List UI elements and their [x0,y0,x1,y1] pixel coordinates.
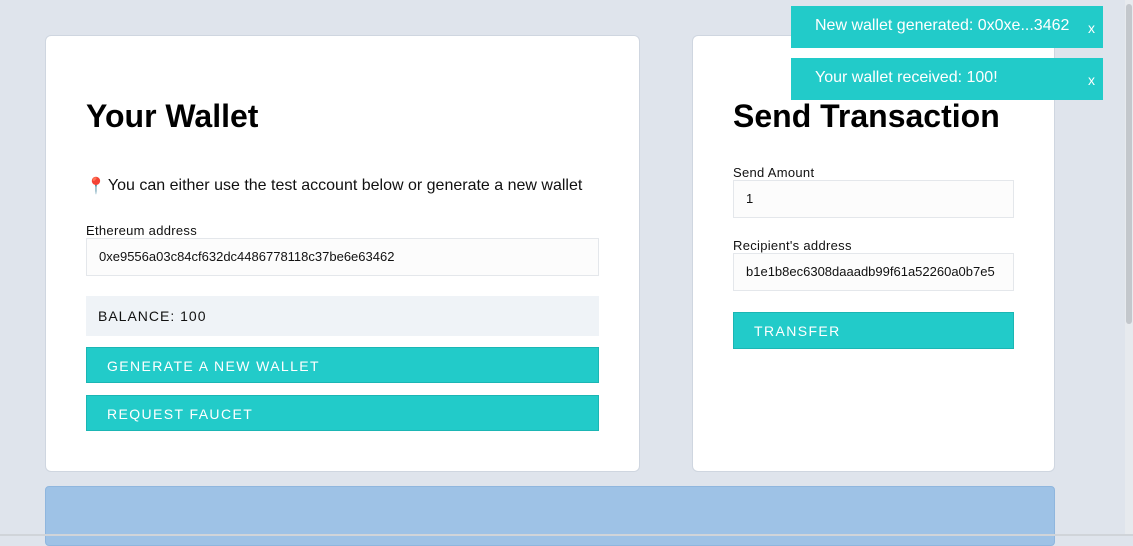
wallet-title: Your Wallet [86,98,259,134]
send-amount-label: Send Amount [733,165,815,180]
toast-wallet-received: Your wallet received: 100! x [791,58,1103,100]
generate-wallet-button[interactable]: GENERATE A NEW WALLET [86,347,599,383]
scrollbar[interactable] [1125,0,1133,536]
wallet-info-line: 📍 You can either use the test account be… [86,176,582,196]
recipient-address-label: Recipient's address [733,238,852,253]
wallet-card: Your Wallet 📍 You can either use the tes… [45,35,640,472]
wallet-info-text: You can either use the test account belo… [107,177,583,194]
send-transaction-title: Send Transaction [733,98,1000,134]
toast-message: Your wallet received: 100! [815,69,998,86]
bottom-panel [45,486,1055,546]
send-transaction-card: Send Transaction Send Amount 1 Recipient… [692,35,1055,472]
recipient-address-field[interactable]: b1e1b8ec6308daaadb99f61a52260a0b7e5 [733,253,1014,291]
send-amount-field[interactable]: 1 [733,180,1014,218]
close-icon[interactable]: x [1088,8,1095,48]
ethereum-address-label: Ethereum address [86,223,198,238]
toast-wallet-generated: New wallet generated: 0x0xe...3462 x [791,6,1103,48]
scrollbar-thumb[interactable] [1126,4,1132,324]
transfer-button[interactable]: TRANSFER [733,312,1014,349]
request-faucet-button[interactable]: REQUEST FAUCET [86,395,599,431]
pin-icon: 📍 [86,178,106,195]
ethereum-address-field[interactable]: 0xe9556a03c84cf632dc4486778118c37be6e634… [86,238,599,276]
balance-display: BALANCE: 100 [86,296,599,336]
toast-message: New wallet generated: 0x0xe...3462 [815,17,1070,34]
close-icon[interactable]: x [1088,60,1095,100]
